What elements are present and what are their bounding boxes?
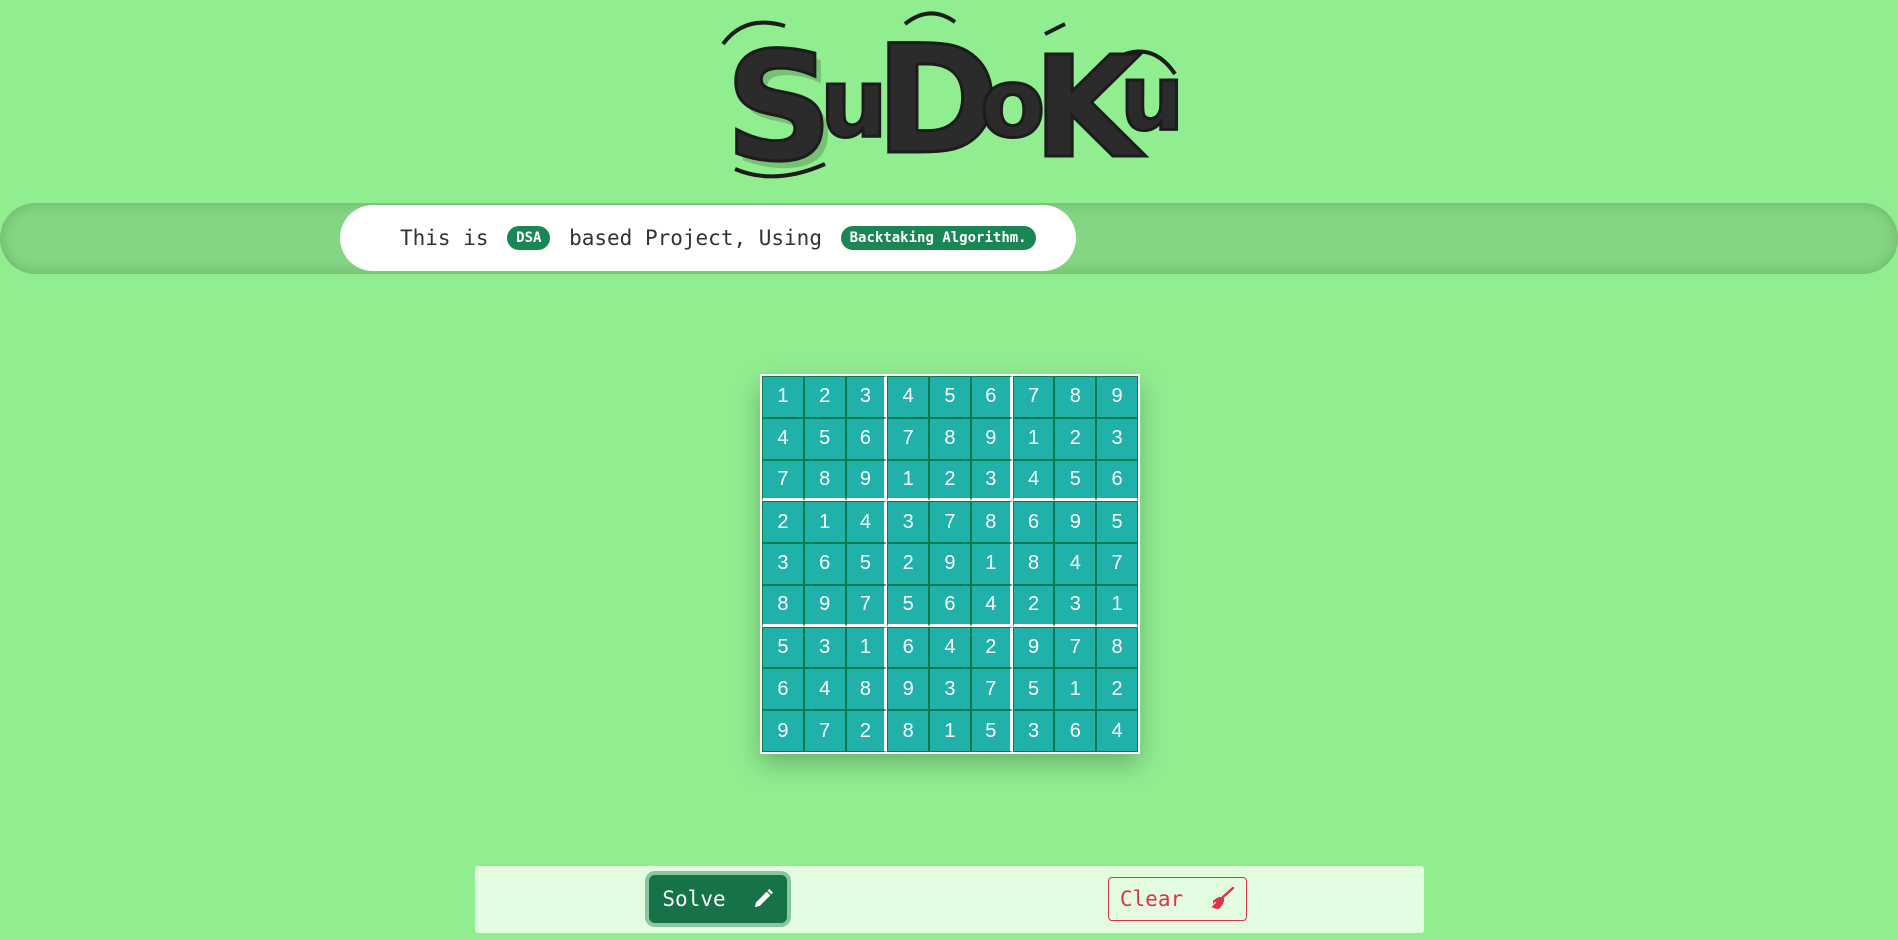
- sudoku-cell[interactable]: 8: [929, 417, 971, 460]
- sudoku-cell[interactable]: 5: [1012, 668, 1055, 711]
- sudoku-cell[interactable]: 2: [970, 626, 1013, 669]
- sudoku-cell[interactable]: 7: [803, 710, 846, 752]
- sudoku-cell[interactable]: 8: [803, 459, 846, 502]
- sudoku-cell[interactable]: 5: [970, 710, 1013, 752]
- sudoku-cell[interactable]: 7: [1012, 376, 1055, 418]
- sudoku-cell[interactable]: 5: [887, 584, 930, 627]
- sudoku-cell[interactable]: 1: [845, 626, 888, 669]
- sudoku-cell[interactable]: 2: [1054, 417, 1097, 460]
- sudoku-cell[interactable]: 6: [970, 376, 1013, 418]
- sudoku-cell[interactable]: 3: [1054, 584, 1097, 627]
- sudoku-logo: S S u D o K u: [715, 4, 1186, 202]
- sudoku-cell[interactable]: 1: [803, 501, 846, 544]
- sudoku-cell[interactable]: 4: [1096, 710, 1138, 752]
- sudoku-cell[interactable]: 9: [970, 417, 1013, 460]
- sudoku-cell[interactable]: 5: [1096, 501, 1138, 544]
- sudoku-cell[interactable]: 7: [887, 417, 930, 460]
- sudoku-cell[interactable]: 7: [929, 501, 971, 544]
- sudoku-cell[interactable]: 9: [803, 584, 846, 627]
- sudoku-cell[interactable]: 2: [1096, 668, 1138, 711]
- sudoku-cell[interactable]: 8: [887, 710, 930, 752]
- sudoku-grid: 1234567894567891237891234562143786953652…: [762, 376, 1138, 752]
- sudoku-cell[interactable]: 9: [1012, 626, 1055, 669]
- sudoku-cell[interactable]: 2: [887, 543, 930, 585]
- sudoku-cell[interactable]: 3: [970, 459, 1013, 502]
- sudoku-cell[interactable]: 6: [803, 543, 846, 585]
- clear-button[interactable]: Clear: [1108, 877, 1247, 921]
- sudoku-cell[interactable]: 4: [845, 501, 888, 544]
- sudoku-cell[interactable]: 6: [1012, 501, 1055, 544]
- banner-prefix: This is: [400, 226, 502, 250]
- sudoku-cell[interactable]: 6: [929, 584, 971, 627]
- sudoku-cell[interactable]: 6: [1096, 459, 1138, 502]
- broom-icon: [1209, 887, 1235, 911]
- pencil-icon: [752, 888, 774, 910]
- sudoku-cell[interactable]: 8: [845, 668, 888, 711]
- sudoku-cell[interactable]: 5: [803, 417, 846, 460]
- sudoku-cell[interactable]: 1: [1096, 584, 1138, 627]
- dsa-badge: DSA: [507, 226, 551, 250]
- controls-bar: Solve Clear: [475, 866, 1424, 933]
- sudoku-cell[interactable]: 3: [803, 626, 846, 669]
- clear-label: Clear: [1119, 887, 1184, 911]
- sudoku-cell[interactable]: 1: [929, 710, 971, 752]
- sudoku-cell[interactable]: 2: [1012, 584, 1055, 627]
- sudoku-cell[interactable]: 7: [845, 584, 888, 627]
- sudoku-cell[interactable]: 5: [845, 543, 888, 585]
- sudoku-cell[interactable]: 9: [1096, 376, 1138, 418]
- banner-middle: based Project, Using: [556, 226, 835, 250]
- sudoku-cell[interactable]: 6: [845, 417, 888, 460]
- sudoku-cell[interactable]: 1: [1054, 668, 1097, 711]
- sudoku-cell[interactable]: 9: [887, 668, 930, 711]
- sudoku-cell[interactable]: 4: [762, 417, 804, 460]
- solve-label: Solve: [662, 887, 726, 911]
- sudoku-board: 1234567894567891237891234562143786953652…: [760, 374, 1140, 754]
- sudoku-cell[interactable]: 1: [1012, 417, 1055, 460]
- sudoku-cell[interactable]: 2: [845, 710, 888, 752]
- sudoku-cell[interactable]: 5: [1054, 459, 1097, 502]
- sudoku-cell[interactable]: 4: [803, 668, 846, 711]
- sudoku-cell[interactable]: 5: [929, 376, 971, 418]
- sudoku-cell[interactable]: 3: [845, 376, 888, 418]
- sudoku-cell[interactable]: 3: [929, 668, 971, 711]
- sudoku-cell[interactable]: 4: [887, 376, 930, 418]
- sudoku-cell[interactable]: 8: [1012, 543, 1055, 585]
- sudoku-cell[interactable]: 8: [1054, 376, 1097, 418]
- sudoku-cell[interactable]: 2: [762, 501, 804, 544]
- sudoku-cell[interactable]: 3: [762, 543, 804, 585]
- algorithm-badge: Backtaking Algorithm.: [840, 226, 1036, 250]
- sudoku-cell[interactable]: 5: [762, 626, 804, 669]
- sudoku-cell[interactable]: 3: [1012, 710, 1055, 752]
- sudoku-cell[interactable]: 4: [970, 584, 1013, 627]
- sudoku-cell[interactable]: 9: [762, 710, 804, 752]
- solve-button[interactable]: Solve: [649, 875, 787, 923]
- sudoku-cell[interactable]: 4: [1054, 543, 1097, 585]
- svg-text:u: u: [1120, 46, 1184, 151]
- sudoku-cell[interactable]: 4: [1012, 459, 1055, 502]
- project-info-banner: This is DSA based Project, Using Backtak…: [340, 205, 1076, 271]
- sudoku-cell[interactable]: 8: [762, 584, 804, 627]
- sudoku-cell[interactable]: 8: [970, 501, 1013, 544]
- sudoku-cell[interactable]: 9: [1054, 501, 1097, 544]
- sudoku-cell[interactable]: 1: [970, 543, 1013, 585]
- sudoku-cell[interactable]: 6: [887, 626, 930, 669]
- sudoku-cell[interactable]: 8: [1096, 626, 1138, 669]
- sudoku-cell[interactable]: 9: [929, 543, 971, 585]
- sudoku-cell[interactable]: 2: [803, 376, 846, 418]
- sudoku-cell[interactable]: 1: [762, 376, 804, 418]
- sudoku-cell[interactable]: 7: [1054, 626, 1097, 669]
- sudoku-cell[interactable]: 2: [929, 459, 971, 502]
- sudoku-cell[interactable]: 9: [845, 459, 888, 502]
- sudoku-cell[interactable]: 3: [887, 501, 930, 544]
- sudoku-cell[interactable]: 7: [970, 668, 1013, 711]
- sudoku-cell[interactable]: 4: [929, 626, 971, 669]
- sudoku-cell[interactable]: 6: [762, 668, 804, 711]
- sudoku-cell[interactable]: 7: [1096, 543, 1138, 585]
- sudoku-cell[interactable]: 6: [1054, 710, 1097, 752]
- sudoku-cell[interactable]: 1: [887, 459, 930, 502]
- sudoku-cell[interactable]: 7: [762, 459, 804, 502]
- sudoku-cell[interactable]: 3: [1096, 417, 1138, 460]
